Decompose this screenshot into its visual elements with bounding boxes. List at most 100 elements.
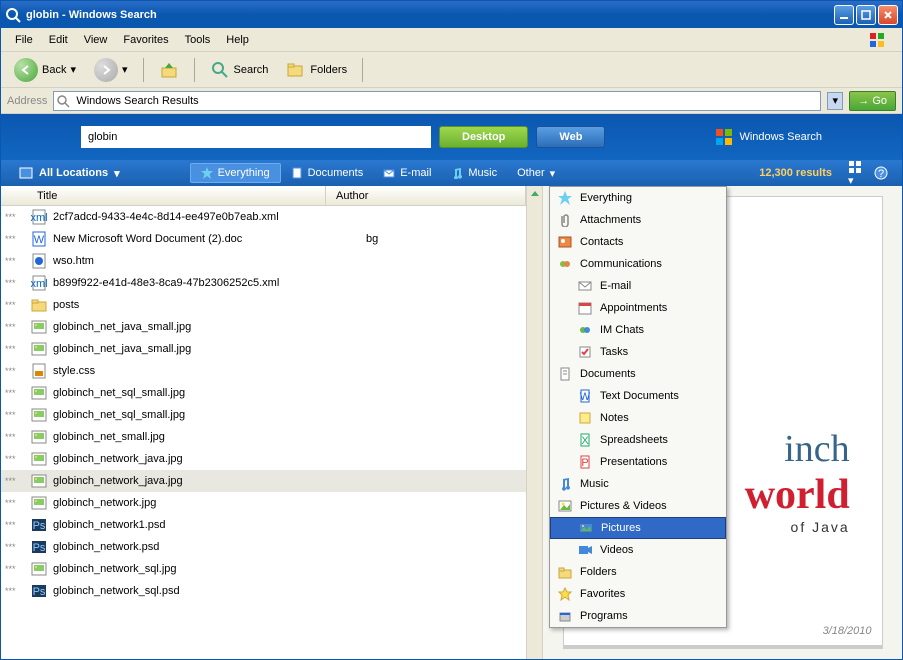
desktop-search-button[interactable]: Desktop bbox=[439, 126, 528, 148]
address-dropdown[interactable]: ▾ bbox=[827, 92, 843, 110]
file-row[interactable]: ***globinch_net_java_small.jpg bbox=[1, 316, 526, 338]
relevance-stars: *** bbox=[5, 278, 29, 288]
file-row[interactable]: ***Psglobinch_network1.psd bbox=[1, 514, 526, 536]
relevance-stars: *** bbox=[5, 388, 29, 398]
file-row[interactable]: ***wso.htm bbox=[1, 250, 526, 272]
file-row[interactable]: ***Psglobinch_network.psd bbox=[1, 536, 526, 558]
dropdown-item-documents[interactable]: Documents bbox=[550, 363, 726, 385]
column-title[interactable]: Title bbox=[1, 186, 326, 205]
file-icon bbox=[29, 407, 49, 423]
dropdown-item-favorites[interactable]: Favorites bbox=[550, 583, 726, 605]
dropdown-item-attachments[interactable]: Attachments bbox=[550, 209, 726, 231]
file-row[interactable]: ***posts bbox=[1, 294, 526, 316]
comm-icon bbox=[558, 257, 572, 271]
music-icon bbox=[558, 477, 572, 491]
file-row[interactable]: ***Psglobinch_network_sql.psd bbox=[1, 580, 526, 602]
file-icon bbox=[29, 429, 49, 445]
filter-email[interactable]: E-mail bbox=[373, 164, 441, 182]
pict-icon bbox=[579, 521, 593, 535]
location-dropdown[interactable]: All Locations ▾ bbox=[9, 163, 130, 183]
dropdown-item-notes[interactable]: Notes bbox=[550, 407, 726, 429]
web-search-button[interactable]: Web bbox=[536, 126, 605, 148]
file-row[interactable]: ***xmlb899f922-e41d-48e3-8ca9-47b2306252… bbox=[1, 272, 526, 294]
title-bar[interactable]: globin - Windows Search bbox=[1, 1, 902, 28]
file-icon bbox=[29, 561, 49, 577]
file-icon: W bbox=[29, 231, 49, 247]
column-headers: Title Author bbox=[1, 186, 526, 206]
filter-everything[interactable]: Everything bbox=[190, 163, 281, 183]
filter-music[interactable]: Music bbox=[441, 164, 507, 182]
menu-view[interactable]: View bbox=[76, 32, 116, 48]
dropdown-item-videos[interactable]: Videos bbox=[550, 539, 726, 561]
chevron-down-icon: ▾ bbox=[550, 167, 556, 180]
menu-edit[interactable]: Edit bbox=[41, 32, 76, 48]
file-row[interactable]: ***xml2cf7adcd-9433-4e4c-8d14-ee497e0b7e… bbox=[1, 206, 526, 228]
menu-favorites[interactable]: Favorites bbox=[115, 32, 176, 48]
view-options-button[interactable]: ▾ bbox=[842, 157, 868, 190]
other-dropdown-menu[interactable]: EverythingAttachmentsContactsCommunicati… bbox=[549, 186, 727, 628]
file-row[interactable]: ***globinch_network_sql.jpg bbox=[1, 558, 526, 580]
back-button[interactable]: Back ▾ bbox=[7, 53, 83, 87]
file-row[interactable]: ***globinch_net_sql_small.jpg bbox=[1, 404, 526, 426]
dropdown-item-pictures[interactable]: Pictures bbox=[550, 517, 726, 539]
close-button[interactable] bbox=[878, 5, 898, 25]
go-button[interactable]: → Go bbox=[849, 91, 896, 111]
search-icon bbox=[56, 94, 70, 108]
search-button[interactable]: Search bbox=[203, 55, 276, 85]
divider bbox=[143, 58, 144, 82]
up-button[interactable] bbox=[152, 55, 186, 85]
minimize-button[interactable] bbox=[834, 5, 854, 25]
dropdown-item-contacts[interactable]: Contacts bbox=[550, 231, 726, 253]
address-input[interactable] bbox=[53, 91, 821, 111]
scrollbar[interactable] bbox=[526, 186, 542, 659]
search-query-input[interactable] bbox=[81, 126, 431, 148]
file-name: globinch_network1.psd bbox=[49, 519, 366, 531]
file-name: globinch_network_sql.jpg bbox=[49, 563, 366, 575]
dropdown-item-pictures-videos[interactable]: Pictures & Videos bbox=[550, 495, 726, 517]
file-icon: Ps bbox=[29, 539, 49, 555]
dropdown-item-tasks[interactable]: Tasks bbox=[550, 341, 726, 363]
filter-documents[interactable]: Documents bbox=[281, 164, 374, 182]
menu-tools[interactable]: Tools bbox=[177, 32, 219, 48]
search-panel: Desktop Web Windows Search bbox=[1, 114, 902, 160]
dropdown-item-presentations[interactable]: PPresentations bbox=[550, 451, 726, 473]
file-row[interactable]: ***globinch_network.jpg bbox=[1, 492, 526, 514]
file-icon bbox=[29, 495, 49, 511]
folders-button[interactable]: Folders bbox=[279, 55, 354, 85]
file-row[interactable]: ***style.css bbox=[1, 360, 526, 382]
file-row[interactable]: ***globinch_net_java_small.jpg bbox=[1, 338, 526, 360]
file-name: 2cf7adcd-9433-4e4c-8d14-ee497e0b7eab.xml bbox=[49, 211, 366, 223]
file-icon: xml bbox=[29, 209, 49, 225]
file-row[interactable]: ***globinch_net_sql_small.jpg bbox=[1, 382, 526, 404]
file-row[interactable]: ***globinch_network_java.jpg bbox=[1, 470, 526, 492]
address-label: Address bbox=[7, 95, 47, 107]
file-row[interactable]: ***globinch_net_small.jpg bbox=[1, 426, 526, 448]
dropdown-item-music[interactable]: Music bbox=[550, 473, 726, 495]
windows-flag-icon[interactable] bbox=[868, 31, 896, 49]
maximize-button[interactable] bbox=[856, 5, 876, 25]
address-bar: Address ▾ → Go bbox=[1, 88, 902, 114]
file-row[interactable]: ***WNew Microsoft Word Document (2).docb… bbox=[1, 228, 526, 250]
file-row[interactable]: ***globinch_network_java.jpg bbox=[1, 448, 526, 470]
dropdown-item-programs[interactable]: Programs bbox=[550, 605, 726, 627]
back-icon bbox=[14, 58, 38, 82]
file-list[interactable]: *** xml2cf7adcd-9433-4e4c-8d14-ee497e0b7e… bbox=[1, 206, 526, 659]
column-author[interactable]: Author bbox=[326, 186, 526, 205]
forward-button[interactable]: ▾ bbox=[87, 53, 135, 87]
menu-file[interactable]: File bbox=[7, 32, 41, 48]
dropdown-item-spreadsheets[interactable]: XSpreadsheets bbox=[550, 429, 726, 451]
dropdown-item-folders[interactable]: Folders bbox=[550, 561, 726, 583]
dropdown-item-appointments[interactable]: Appointments bbox=[550, 297, 726, 319]
forward-icon bbox=[94, 58, 118, 82]
dropdown-item-everything[interactable]: Everything bbox=[550, 187, 726, 209]
dropdown-item-im-chats[interactable]: IM Chats bbox=[550, 319, 726, 341]
dropdown-item-e-mail[interactable]: E-mail bbox=[550, 275, 726, 297]
search-icon bbox=[210, 60, 230, 80]
filter-other[interactable]: Other ▾ bbox=[507, 164, 565, 183]
divider bbox=[362, 58, 363, 82]
back-label: Back bbox=[42, 64, 66, 76]
menu-help[interactable]: Help bbox=[218, 32, 257, 48]
help-button[interactable]: ? bbox=[868, 163, 894, 183]
dropdown-item-text-documents[interactable]: WText Documents bbox=[550, 385, 726, 407]
dropdown-item-communications[interactable]: Communications bbox=[550, 253, 726, 275]
